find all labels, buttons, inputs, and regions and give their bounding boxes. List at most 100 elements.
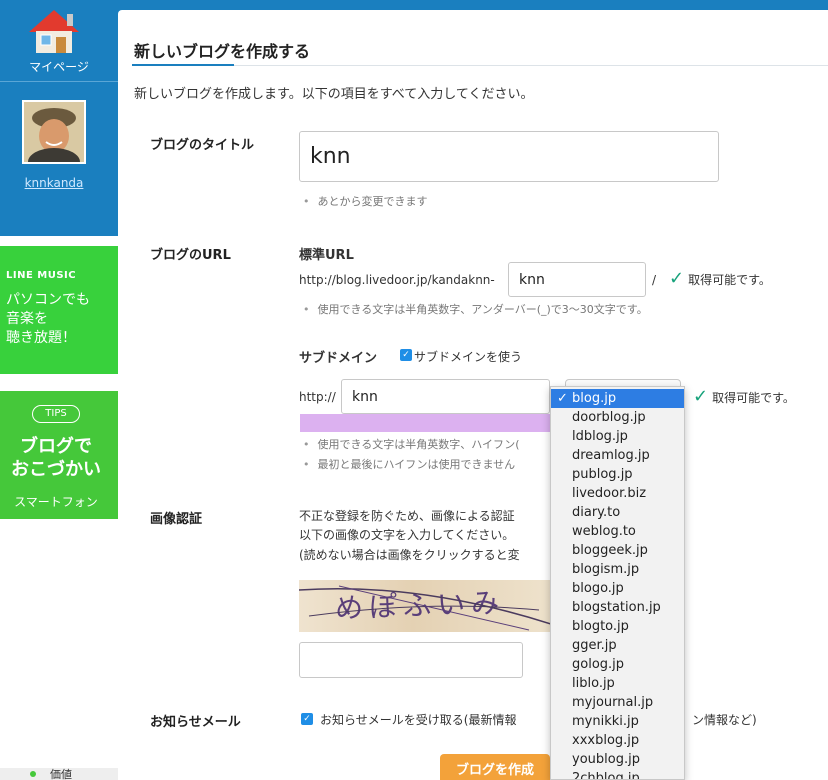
standard-url-heading: 標準URL [299,248,354,263]
captcha-line-1: 不正な登録を防ぐため、画像による認証 [299,509,515,523]
domain-option-label: blogstation.jp [572,600,661,615]
domain-option-label: gger.jp [572,638,617,653]
domain-option[interactable]: blogto.jp [551,617,684,636]
subdomain-input[interactable] [341,379,550,414]
main-panel: 新しいブログを作成する 新しいブログを作成します。以下の項目をすべて入力してくだ… [118,10,828,780]
domain-option[interactable]: ✓ blog.jp [551,389,684,408]
domain-option[interactable]: xxxblog.jp [551,731,684,750]
domain-option-label: liblo.jp [572,676,615,691]
sidebar: マイページ knnkanda LINE MUSIC パソコンでも 音楽を 聴き放… [0,0,118,780]
create-blog-button[interactable]: ブログを作成 [440,754,550,780]
domain-option[interactable]: liblo.jp [551,674,684,693]
domain-option-label: blogism.jp [572,562,640,577]
bottom-strip: 価値 [0,768,118,780]
tips-title-line-2: おこづかい [11,459,101,480]
user-box: knnkanda [0,84,118,236]
domain-option[interactable]: golog.jp [551,655,684,674]
page-title: 新しいブログを作成する [134,42,311,61]
domain-option[interactable]: livedoor.biz [551,484,684,503]
domain-option[interactable]: doorblog.jp [551,408,684,427]
notify-checkbox[interactable]: ✓ [301,713,313,725]
notify-checkbox-label-tail: ン情報など) [692,713,757,727]
captcha-image[interactable]: めぽふいみ [299,580,551,632]
domain-option-label: blog.jp [572,391,617,406]
domain-option-label: publog.jp [572,467,633,482]
blog-url-input[interactable] [508,262,646,297]
domain-option-label: dreamlog.jp [572,448,650,463]
blog-title-note: あとから変更できます [303,193,428,209]
domain-option[interactable]: dreamlog.jp [551,446,684,465]
checkmark-icon: ✓ [557,391,568,406]
domain-option-label: mynikki.jp [572,714,639,729]
blog-title-label: ブログのタイトル [150,138,255,153]
title-accent-line [132,64,234,66]
notify-checkbox-label: お知らせメールを受け取る(最新情報 [320,713,517,727]
domain-option-label: weblog.to [572,524,636,539]
domain-option[interactable]: blogstation.jp [551,598,684,617]
domain-option-label: youblog.jp [572,752,640,767]
domain-option-label: myjournal.jp [572,695,654,710]
blog-url-label: ブログのURL [150,248,231,263]
url-status: ✓ 取得可能です。 [669,268,771,289]
subdomain-prefix: http:// [299,390,336,404]
domain-option-label: doorblog.jp [572,410,646,425]
captcha-line-3: (読めない場合は画像をクリックすると変 [299,548,520,562]
subdomain-status-text: 取得可能です。 [712,391,795,405]
tips-title-line-1: ブログで [20,436,92,457]
domain-option-label: livedoor.biz [572,486,647,501]
captcha-label: 画像認証 [150,512,203,527]
domain-option[interactable]: blogo.jp [551,579,684,598]
bottom-strip-text: 価値 [50,768,72,780]
domain-option[interactable]: blogism.jp [551,560,684,579]
avatar[interactable] [22,100,86,164]
domain-option-label: bloggeek.jp [572,543,648,558]
subdomain-note-1: 使用できる文字は半角英数字、ハイフン( [303,436,520,452]
domain-option[interactable]: myjournal.jp [551,693,684,712]
title-divider [132,65,828,66]
check-icon: ✓ [669,268,685,289]
domain-option[interactable]: mynikki.jp [551,712,684,731]
domain-option[interactable]: weblog.to [551,522,684,541]
avatar-photo [24,102,84,162]
notify-label: お知らせメール [150,715,241,730]
blog-title-input[interactable] [299,131,719,182]
house-icon [29,10,79,53]
domain-dropdown-list[interactable]: ✓ blog.jp doorblog.jp ldblog.jp dreamlog.jp p… [550,386,685,780]
domain-option-label: diary.to [572,505,621,520]
line-music-text-1: パソコンでも [6,292,90,308]
domain-option-label: ldblog.jp [572,429,628,444]
username-link[interactable]: knnkanda [0,176,108,190]
subdomain-checkbox[interactable]: ✓ [400,349,412,361]
tips-subtitle: スマートフォン [14,495,98,509]
line-music-text-3: 聴き放題！ [6,330,76,346]
line-music-banner[interactable]: LINE MUSIC パソコンでも 音楽を 聴き放題！ [0,246,118,374]
mypage-link[interactable]: マイページ [0,0,118,82]
domain-option-label: blogto.jp [572,619,629,634]
status-dot-icon [30,771,36,777]
standard-url-prefix: http://blog.livedoor.jp/kandaknn- [299,273,495,287]
domain-option[interactable]: gger.jp [551,636,684,655]
domain-option[interactable]: 2chblog.jp [551,769,684,779]
domain-option[interactable]: ldblog.jp [551,427,684,446]
domain-option[interactable]: publog.jp [551,465,684,484]
domain-option-label: golog.jp [572,657,625,672]
line-music-text-2: 音楽を [6,311,48,327]
domain-option[interactable]: diary.to [551,503,684,522]
captcha-line-2: 以下の画像の文字を入力してください。 [299,528,515,542]
domain-option[interactable]: youblog.jp [551,750,684,769]
captcha-noise [299,585,551,631]
mypage-label: マイページ [29,60,89,74]
url-status-text: 取得可能です。 [688,273,771,287]
domain-option-label: xxxblog.jp [572,733,640,748]
subdomain-heading: サブドメイン [299,351,378,366]
line-music-brand: LINE MUSIC [6,270,77,281]
tips-title: ブログで おこづかい [0,435,112,481]
url-note: 使用できる文字は半角英数字、アンダーバー(_)で3〜30文字です。 [303,301,648,317]
subdomain-checkbox-label: サブドメインを使う [414,350,523,364]
subdomain-status: ✓ 取得可能です。 [693,386,795,407]
captcha-input[interactable] [299,642,523,678]
url-slash: / [652,273,657,287]
domain-option[interactable]: bloggeek.jp [551,541,684,560]
tips-banner[interactable]: TIPS ブログで おこづかい スマートフォン [0,391,118,519]
subdomain-note-2: 最初と最後にハイフンは使用できません [303,456,516,472]
